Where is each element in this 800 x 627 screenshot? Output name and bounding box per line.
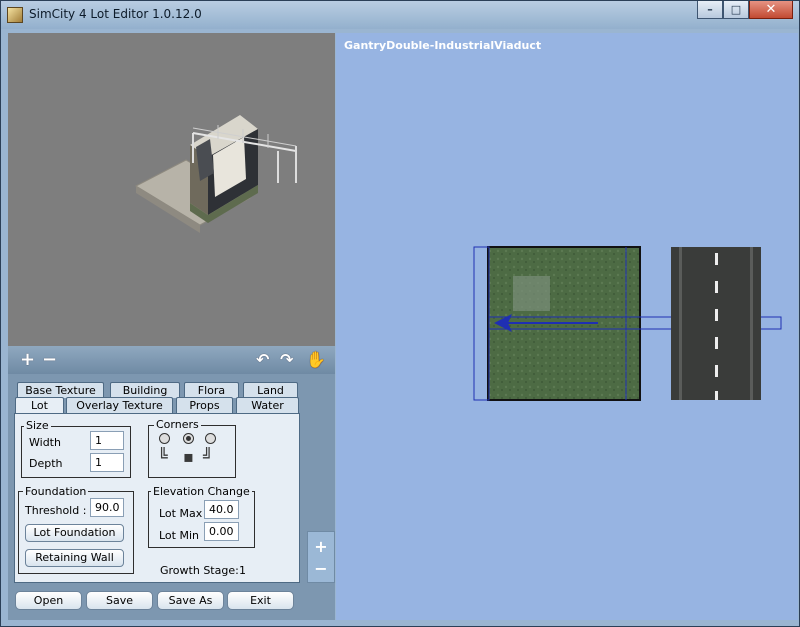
zoom-in-icon[interactable]: + — [308, 537, 334, 556]
tab-flora[interactable]: Flora — [184, 382, 239, 398]
depth-field[interactable]: 1 — [90, 453, 124, 472]
rotate-left-icon[interactable]: ↶ — [256, 349, 269, 371]
lot-texture-patch[interactable] — [513, 276, 550, 311]
building-3d-render — [134, 115, 297, 233]
width-field[interactable]: 1 — [90, 431, 124, 450]
elevation-group-title: Elevation Change — [151, 485, 252, 498]
growth-stage-label: Growth Stage: — [160, 564, 239, 577]
tab-water[interactable]: Water — [236, 397, 299, 413]
open-button[interactable]: Open — [15, 591, 82, 610]
tab-props[interactable]: Props — [176, 397, 233, 413]
maximize-button[interactable]: □ — [723, 1, 749, 19]
lot-2d-editor[interactable]: GantryDouble-IndustrialViaduct — [336, 33, 798, 620]
size-group-title: Size — [24, 419, 51, 432]
corner-left-icon: ╚ — [158, 447, 168, 466]
side-zoom-control: + − — [307, 531, 335, 583]
window-controls: – □ ✕ — [697, 1, 793, 21]
lot-max-label: Lot Max — [159, 507, 203, 520]
lot-min-label: Lot Min — [159, 529, 199, 542]
tab-land[interactable]: Land — [243, 382, 298, 398]
pan-hand-icon[interactable]: ✋ — [306, 349, 326, 371]
lot-min-field[interactable]: 0.00 — [204, 522, 239, 541]
growth-stage-value: 1 — [239, 564, 246, 577]
rotate-right-icon[interactable]: ↷ — [280, 349, 293, 371]
tab-overlay-texture[interactable]: Overlay Texture — [66, 397, 173, 413]
corner-left-radio[interactable] — [159, 433, 170, 444]
save-as-button[interactable]: Save As — [157, 591, 224, 610]
lot-max-field[interactable]: 40.0 — [204, 500, 239, 519]
app-icon — [7, 7, 23, 23]
foundation-group-title: Foundation — [23, 485, 89, 498]
retaining-wall-button[interactable]: Retaining Wall — [25, 549, 124, 567]
3d-preview-viewport[interactable] — [8, 33, 335, 346]
road-tile — [671, 247, 761, 400]
width-label: Width — [29, 436, 61, 449]
tab-base-texture[interactable]: Base Texture — [17, 382, 104, 398]
zoom-out-icon[interactable]: − — [42, 349, 57, 371]
tab-building[interactable]: Building — [110, 382, 180, 398]
threshold-label: Threshold : — [25, 504, 87, 517]
lot-foundation-button[interactable]: Lot Foundation — [25, 524, 124, 542]
depth-label: Depth — [29, 457, 63, 470]
title-bar[interactable]: SimCity 4 Lot Editor 1.0.12.0 – □ ✕ — [1, 1, 799, 29]
tab-lot[interactable]: Lot — [15, 397, 64, 414]
app-window: SimCity 4 Lot Editor 1.0.12.0 – □ ✕ + − … — [0, 0, 800, 627]
zoom-in-icon[interactable]: + — [20, 349, 35, 371]
selection-outline-left — [473, 246, 490, 401]
save-button[interactable]: Save — [86, 591, 153, 610]
corner-right-icon: ╝ — [203, 447, 213, 466]
exit-button[interactable]: Exit — [227, 591, 294, 610]
lot-2d-canvas — [473, 246, 782, 401]
corner-right-radio[interactable] — [205, 433, 216, 444]
view-toolbar: + − ↶ ↷ ✋ — [8, 346, 335, 374]
corner-center-radio[interactable] — [183, 433, 194, 444]
window-title: SimCity 4 Lot Editor 1.0.12.0 — [29, 7, 202, 21]
minimize-button[interactable]: – — [697, 1, 723, 19]
close-button[interactable]: ✕ — [749, 1, 793, 19]
zoom-out-icon[interactable]: − — [308, 559, 334, 578]
corner-center-icon: ▪ — [183, 447, 194, 466]
threshold-field[interactable]: 90.0 — [90, 498, 124, 517]
corners-group-title: Corners — [154, 418, 201, 431]
